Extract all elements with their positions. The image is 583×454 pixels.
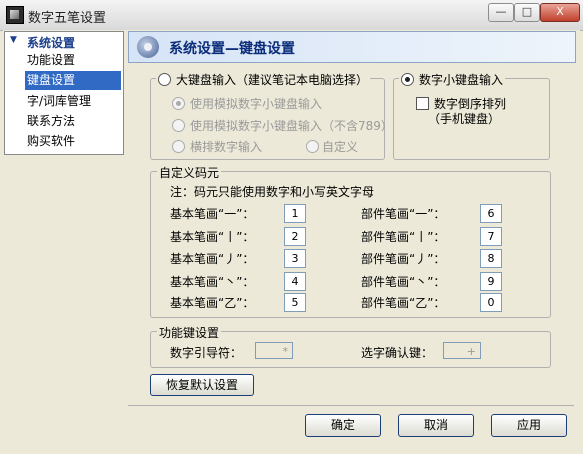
sidebar-item-contact[interactable]: 联系方法 (27, 112, 121, 131)
number-lead-label: 数字引导符： (170, 346, 243, 360)
cancel-button[interactable]: 取消 (398, 414, 474, 437)
custom-codes-label: 自定义码元 (157, 164, 222, 181)
app-icon (6, 6, 24, 24)
basic-stroke-input[interactable]: 4 (284, 272, 306, 291)
simulate-numpad-label: 使用模拟数字小键盘输入 (190, 97, 323, 111)
sidebar: ▼ 系统设置 功能设置 键盘设置 字/词库管理 联系方法 购买软件 (4, 31, 124, 155)
sidebar-item-keyboard[interactable]: 键盘设置 (25, 71, 121, 90)
simulate-numpad-no789-label: 使用模拟数字小键盘输入（不含789） (190, 119, 393, 133)
part-stroke-input[interactable]: 0 (480, 293, 502, 312)
ok-button[interactable]: 确定 (305, 414, 381, 437)
basic-stroke-input[interactable]: 5 (284, 293, 306, 312)
horizontal-digits-radio[interactable] (172, 140, 185, 153)
part-stroke-label: 部件笔画“一”： (361, 207, 446, 221)
reverse-order-checkbox[interactable] (416, 97, 429, 110)
part-stroke-input[interactable]: 9 (480, 272, 502, 291)
panel-header: 系统设置—键盘设置 (128, 31, 576, 63)
sidebar-item-function[interactable]: 功能设置 (27, 51, 121, 70)
basic-stroke-input[interactable]: 2 (284, 227, 306, 246)
title-bar: 数字五笔设置 — □ X (0, 0, 583, 31)
sidebar-item-purchase[interactable]: 购买软件 (27, 132, 121, 151)
minimize-button[interactable]: — (488, 3, 514, 22)
sidebar-header[interactable]: ▼ 系统设置 (5, 32, 123, 50)
sidebar-title: 系统设置 (27, 36, 76, 50)
part-stroke-input[interactable]: 7 (480, 227, 502, 246)
reverse-order-sublabel: （手机键盘） (428, 112, 501, 126)
basic-stroke-label: 基本笔画“乙”： (170, 296, 255, 310)
select-confirm-label: 选字确认键： (361, 346, 434, 360)
maximize-button[interactable]: □ (514, 3, 540, 22)
part-stroke-label: 部件笔画“丿”： (361, 252, 446, 266)
basic-stroke-input[interactable]: 3 (284, 249, 306, 268)
custom-codes-note: 注：码元只能使用数字和小写英文字母 (170, 185, 375, 199)
small-keyboard-option[interactable]: 数字小键盘输入 (399, 71, 506, 87)
restore-defaults-button[interactable]: 恢复默认设置 (150, 374, 254, 396)
number-lead-input[interactable]: * (255, 342, 293, 359)
apply-button[interactable]: 应用 (491, 414, 567, 437)
settings-gear-icon (137, 36, 159, 58)
basic-stroke-label: 基本笔画“丶”： (170, 275, 255, 289)
part-stroke-label: 部件笔画“丶”： (361, 275, 446, 289)
panel-title: 系统设置—键盘设置 (169, 41, 295, 57)
select-confirm-input[interactable]: + (443, 342, 481, 359)
custom-label: 自定义 (322, 140, 359, 154)
simulate-numpad-radio[interactable] (172, 97, 185, 110)
part-stroke-label: 部件笔画“乙”： (361, 296, 446, 310)
basic-stroke-label: 基本笔画“一”： (170, 207, 255, 221)
part-stroke-input[interactable]: 6 (480, 204, 502, 223)
close-button[interactable]: X (540, 3, 580, 22)
big-keyboard-radio[interactable] (158, 73, 171, 86)
sidebar-item-dictionary[interactable]: 字/词库管理 (27, 92, 121, 111)
simulate-numpad-no789-radio[interactable] (172, 119, 185, 132)
small-keyboard-label: 数字小键盘输入 (419, 73, 504, 87)
basic-stroke-label: 基本笔画“丿”： (170, 252, 255, 266)
big-keyboard-option[interactable]: 大键盘输入（建议笔记本电脑选择） (156, 71, 371, 87)
basic-stroke-label: 基本笔画“丨”： (170, 230, 255, 244)
bottom-separator (128, 405, 574, 406)
custom-radio[interactable] (306, 140, 319, 153)
big-keyboard-label: 大键盘输入（建议笔记本电脑选择） (176, 73, 369, 87)
collapse-arrow-icon[interactable]: ▼ (10, 35, 17, 45)
part-stroke-label: 部件笔画“丨”： (361, 230, 446, 244)
hotkeys-label: 功能键设置 (157, 324, 222, 341)
basic-stroke-input[interactable]: 1 (284, 204, 306, 223)
horizontal-digits-label: 横排数字输入 (190, 140, 263, 154)
part-stroke-input[interactable]: 8 (480, 249, 502, 268)
small-keyboard-radio[interactable] (401, 73, 414, 86)
window-title: 数字五笔设置 (28, 11, 107, 26)
